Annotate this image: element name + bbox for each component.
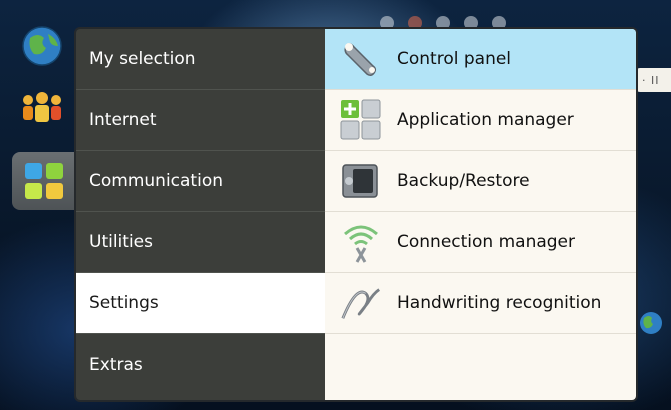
category-internet[interactable]: Internet	[76, 90, 325, 151]
category-my-selection[interactable]: My selection	[76, 29, 325, 90]
wrench-icon	[339, 37, 383, 81]
globe-icon	[22, 26, 62, 66]
app-item-control-panel[interactable]: Control panel	[325, 29, 636, 90]
app-item-handwriting-recognition[interactable]: Handwriting recognition	[325, 273, 636, 334]
app-label: Control panel	[397, 49, 512, 69]
application-menu: My selection Internet Communication Util…	[76, 29, 636, 400]
app-item-backup-restore[interactable]: Backup/Restore	[325, 151, 636, 212]
category-communication[interactable]: Communication	[76, 151, 325, 212]
applications-grid-icon	[25, 163, 63, 199]
wifi-wrench-icon	[339, 220, 383, 264]
app-label: Handwriting recognition	[397, 293, 602, 313]
handwriting-icon	[339, 281, 383, 325]
contacts-icon	[23, 92, 61, 122]
app-item-connection-manager[interactable]: Connection manager	[325, 212, 636, 273]
app-label: Application manager	[397, 110, 574, 130]
launcher-browser-button[interactable]	[14, 18, 70, 74]
status-icon	[464, 16, 478, 30]
app-manager-icon	[339, 98, 383, 142]
status-icon	[408, 16, 422, 30]
safe-icon	[339, 159, 383, 203]
category-utilities[interactable]: Utilities	[76, 212, 325, 273]
status-icon	[380, 16, 394, 30]
category-extras[interactable]: Extras	[76, 334, 325, 395]
app-label: Connection manager	[397, 232, 576, 252]
status-icon	[492, 16, 506, 30]
launcher-contacts-button[interactable]	[14, 80, 70, 136]
task-switcher-tab[interactable]: · II	[636, 68, 671, 92]
launcher-applications-button[interactable]	[12, 152, 76, 210]
category-settings[interactable]: Settings	[76, 273, 325, 334]
status-icon	[436, 16, 450, 30]
app-list: Control panel Application manager Backup…	[325, 29, 636, 400]
launcher-bar	[0, 0, 76, 410]
app-item-application-manager[interactable]: Application manager	[325, 90, 636, 151]
category-list: My selection Internet Communication Util…	[76, 29, 325, 400]
globe-icon	[640, 312, 662, 334]
app-label: Backup/Restore	[397, 171, 530, 191]
